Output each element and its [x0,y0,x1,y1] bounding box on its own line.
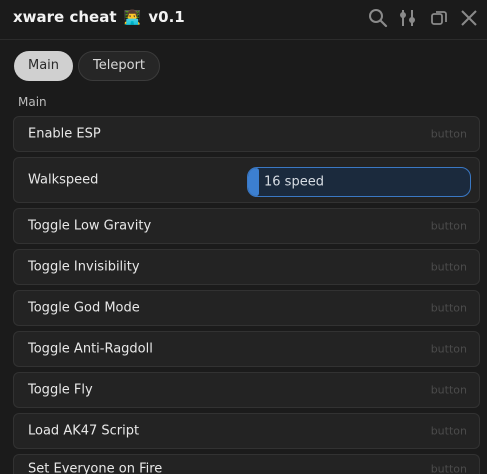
walkspeed-slider[interactable]: 16 speed [247,167,471,197]
technologist-emoji: 👨‍💻 [123,10,142,26]
restore-icon[interactable] [429,8,449,28]
title-prefix: xware cheat [13,8,117,26]
row-label: Toggle Fly [28,382,93,398]
toggle-anti-ragdoll-button[interactable]: Toggle Anti-Ragdoll button [13,331,480,367]
slider-fill [248,168,260,196]
row-hint: button [430,462,467,474]
set-everyone-on-fire-button[interactable]: Set Everyone on Fire button [13,454,480,474]
toggle-low-gravity-button[interactable]: Toggle Low Gravity button [13,208,480,244]
toggle-invisibility-button[interactable]: Toggle Invisibility button [13,249,480,285]
search-icon[interactable] [368,8,388,28]
row-hint: button [430,260,467,274]
section-heading: Main [18,95,47,109]
tab-main[interactable]: Main [14,51,74,81]
walkspeed-row: Walkspeed 16 speed [13,157,480,203]
row-label: Toggle God Mode [28,300,140,316]
tab-teleport[interactable]: Teleport [78,51,161,81]
row-label: Load AK47 Script [28,423,140,439]
row-hint: button [430,383,467,397]
slider-value: 16 speed [264,174,324,190]
row-label: Enable ESP [28,126,101,142]
row-label: Toggle Anti-Ragdoll [28,341,153,357]
row-hint: button [430,342,467,356]
toggle-god-mode-button[interactable]: Toggle God Mode button [13,290,480,326]
row-hint: button [430,219,467,233]
row-hint: button [430,424,467,438]
row-hint: button [430,127,467,141]
enable-esp-button[interactable]: Enable ESP button [13,116,480,152]
close-icon[interactable] [459,8,479,28]
window-title: xware cheat 👨‍💻 v0.1 [13,8,185,26]
row-hint: button [430,301,467,315]
title-bar[interactable]: xware cheat 👨‍💻 v0.1 [0,0,487,40]
load-ak47-script-button[interactable]: Load AK47 Script button [13,413,480,449]
title-version: v0.1 [148,8,185,26]
row-label: Walkspeed [28,172,99,188]
row-label: Toggle Low Gravity [28,218,152,234]
row-label: Set Everyone on Fire [28,461,163,474]
toggle-fly-button[interactable]: Toggle Fly button [13,372,480,408]
tab-bar: Main Teleport [14,51,161,81]
cheat-window: xware cheat 👨‍💻 v0.1 Main Tel [0,0,487,474]
settings-sliders-icon[interactable] [398,8,418,28]
row-label: Toggle Invisibility [28,259,140,275]
